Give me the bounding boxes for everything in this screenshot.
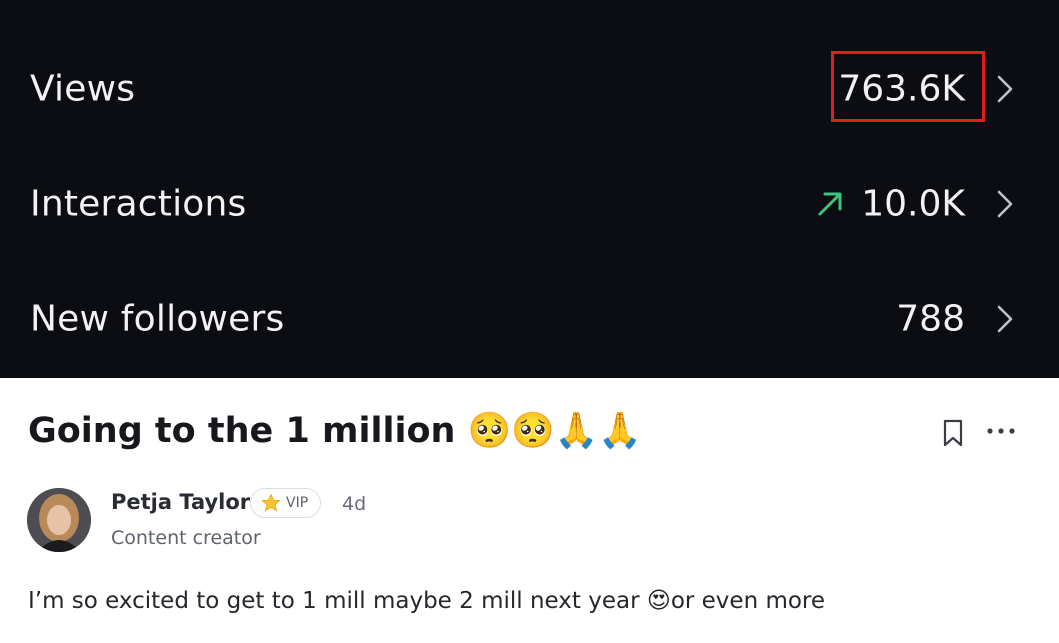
stat-row-new-followers[interactable]: New followers 788 [0,264,1059,374]
avatar[interactable] [27,488,91,552]
post-timestamp: 4d [342,493,367,515]
stat-value: 788 [896,298,965,340]
avatar-image [27,488,91,552]
post-title: Going to the 1 million 🥺🥺🙏🙏 [28,411,642,451]
chevron-right-icon [997,190,1013,218]
stat-value: 10.0K [861,183,965,225]
author-name[interactable]: Petja Taylor [111,490,250,514]
stat-label: New followers [30,298,285,340]
star-icon [261,493,281,512]
vip-badge-label: VIP [286,495,309,511]
chevron-right-icon [997,305,1013,333]
author-role: Content creator [111,527,261,549]
vip-badge: VIP [250,488,322,518]
stat-label: Views [30,68,136,110]
chevron-right-icon [997,75,1013,103]
views-highlight-box [831,51,985,122]
up-arrow-icon [818,192,842,216]
post-card: Going to the 1 million 🥺🥺🙏🙏 Petja Taylor… [0,378,1059,643]
more-options-icon[interactable] [985,424,1017,438]
stat-label: Interactions [30,183,247,225]
post-body: I’m so excited to get to 1 mill maybe 2 … [28,588,826,614]
stats-panel: Views 763.6K Interactions 10.0K New foll… [0,0,1059,378]
bookmark-icon[interactable] [940,418,966,448]
stat-row-interactions[interactable]: Interactions 10.0K [0,149,1059,259]
